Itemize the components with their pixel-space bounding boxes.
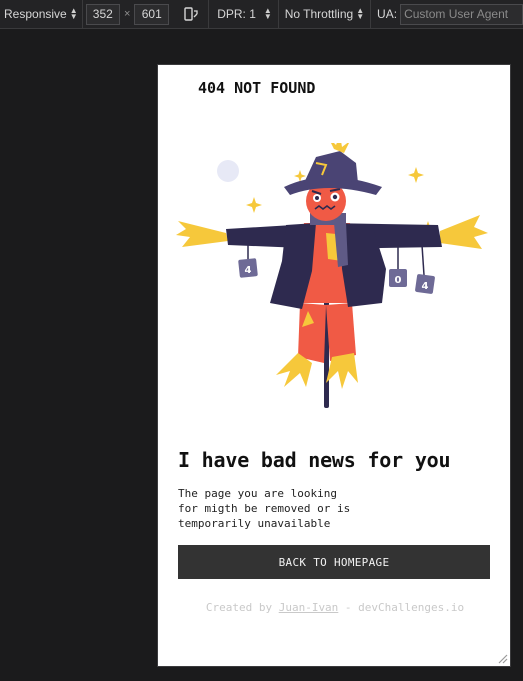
description: The page you are looking for migth be re…: [178, 487, 351, 530]
select-arrows-icon: ▲ ▼: [356, 6, 365, 21]
dpr-select[interactable]: DPR: 1 ▲ ▼: [209, 0, 278, 29]
back-to-homepage-button[interactable]: BACK TO HOMEPAGE: [178, 545, 490, 579]
throttling-select[interactable]: No Throttling ▲ ▼: [279, 0, 370, 29]
select-arrows-icon: ▲ ▼: [69, 6, 78, 21]
moon-shape: [217, 160, 239, 182]
sign-letter: 4: [422, 281, 429, 292]
ua-label: UA:: [377, 7, 398, 21]
divider: [370, 0, 372, 29]
footer: Created by Juan-Ivan - devChallenges.io: [158, 601, 510, 614]
device-viewport: 404 NOT FOUND 4 0 4 I have bad news for …: [157, 64, 511, 667]
times-sign: ×: [124, 8, 131, 20]
user-agent-input[interactable]: Custom User Agent: [400, 3, 523, 25]
rotate-device-button[interactable]: [180, 3, 202, 25]
footer-prefix: Created by: [205, 601, 279, 614]
device-select[interactable]: Responsive ▲ ▼: [0, 0, 82, 29]
sign-letter: 0: [395, 275, 402, 286]
devtools-toolbar: Responsive ▲ ▼ 352 × 601 DPR: 1 ▲ ▼ No Thr…: [0, 0, 523, 29]
height-input[interactable]: 601: [134, 3, 169, 25]
width-input[interactable]: 352: [85, 3, 121, 25]
dpr-select-label: DPR: 1: [217, 7, 256, 21]
hat-crown: [304, 151, 358, 183]
throttling-select-label: No Throttling: [284, 7, 354, 21]
page-title: 404 NOT FOUND: [198, 79, 316, 97]
left-leg: [298, 303, 326, 363]
resize-handle-icon[interactable]: [496, 652, 508, 664]
footer-suffix: - devChallenges.io: [338, 601, 465, 614]
rotate-device-icon: [184, 7, 198, 21]
select-arrows-icon: ▲ ▼: [263, 6, 272, 21]
author-link[interactable]: Juan-Ivan: [279, 601, 339, 614]
sign-letter: 4: [245, 265, 252, 276]
right-leg: [326, 303, 356, 361]
scarecrow-illustration: 4 0 4: [176, 143, 488, 408]
divider: [81, 0, 83, 29]
headline: I have bad news for you: [178, 448, 451, 472]
device-select-label: Responsive: [4, 7, 67, 21]
